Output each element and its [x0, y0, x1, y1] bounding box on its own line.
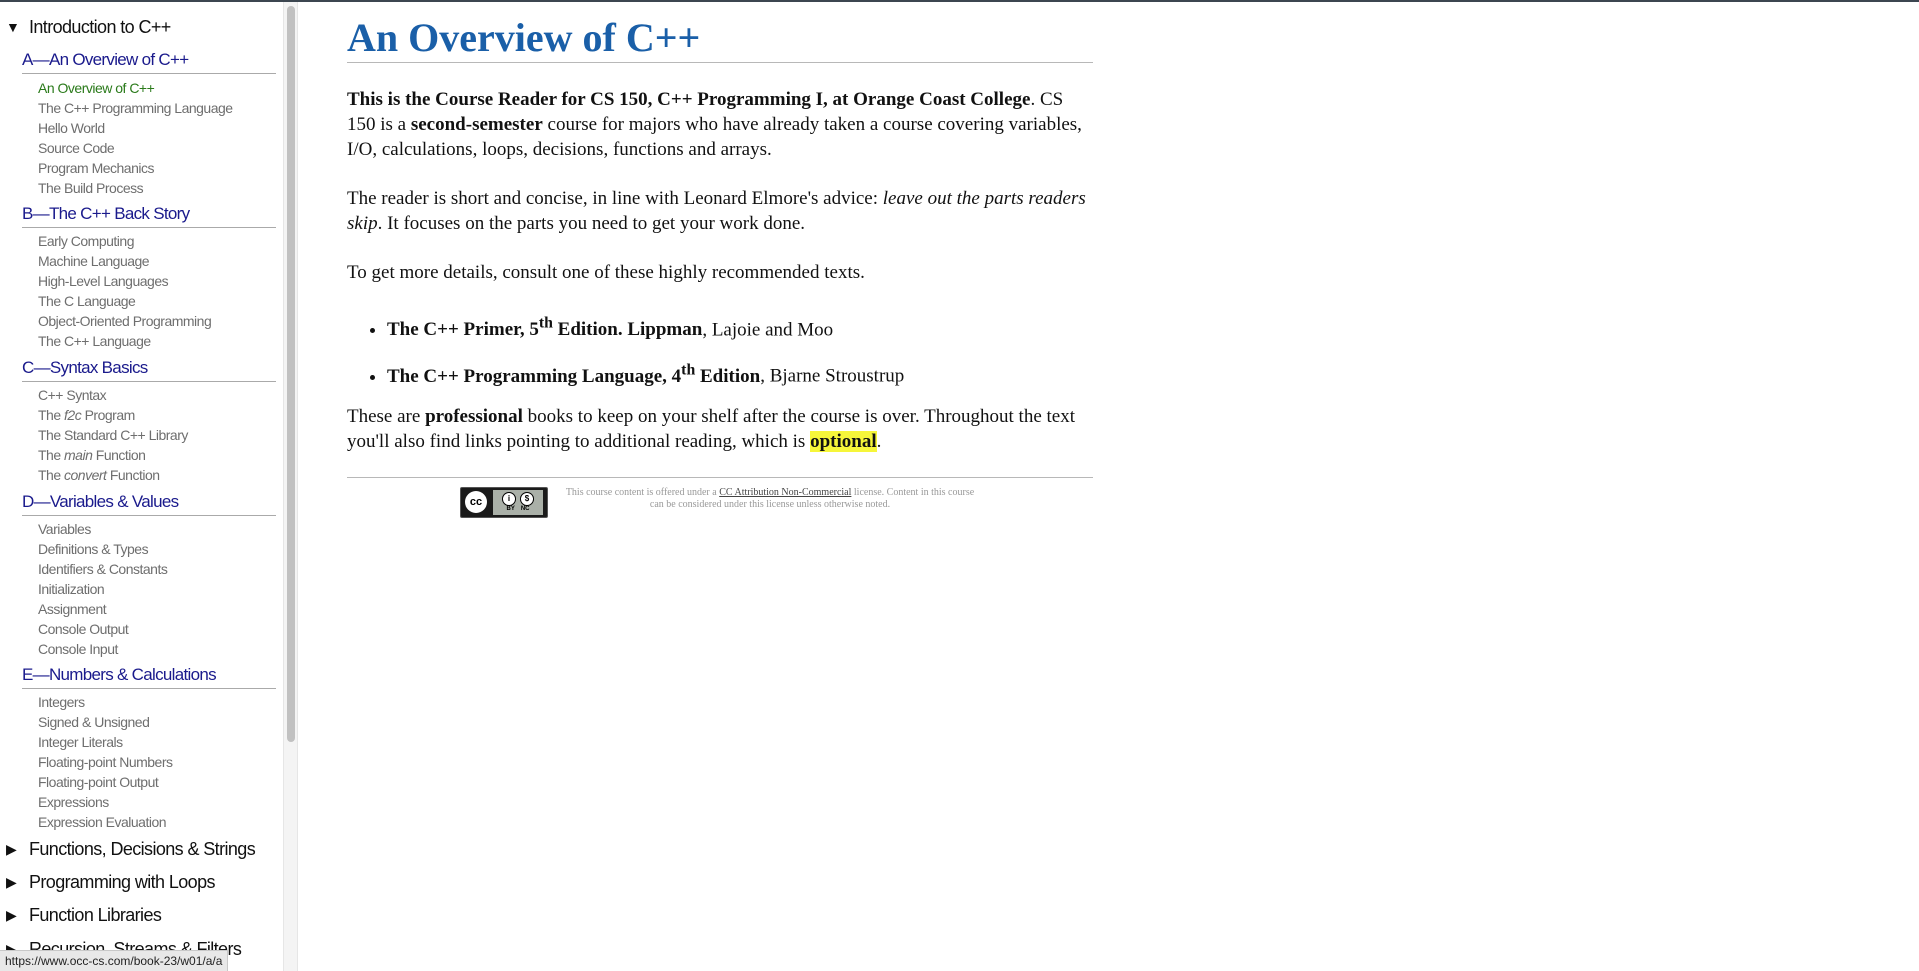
attribution-icon: i	[502, 491, 516, 506]
lesson-content: An Overview of C++ This is the Course Re…	[347, 2, 1093, 518]
toc-lesson-console-input[interactable]: Console Input	[38, 640, 118, 658]
non-commercial-icon: $	[520, 491, 534, 506]
toc-lesson-cpp-syntax[interactable]: C++ Syntax	[38, 386, 107, 404]
recommended-texts-paragraph: To get more details, consult one of thes…	[347, 262, 865, 283]
toc-lesson-variables[interactable]: Variables	[38, 520, 91, 538]
license-link[interactable]: CC Attribution Non-Commercial	[719, 487, 851, 498]
toc-chapter-a[interactable]: A—An Overview of C++	[22, 47, 276, 74]
toc-lesson-f2c-program[interactable]: The f2c Program	[38, 406, 135, 424]
collapsed-triangle-icon: ▶	[6, 873, 17, 890]
toc-lesson-build-process[interactable]: The Build Process	[38, 179, 144, 197]
page-title: An Overview of C++	[347, 16, 1093, 63]
toc-lesson-standard-cpp-library[interactable]: The Standard C++ Library	[38, 426, 188, 444]
toc-lesson-cpp-programming-language[interactable]: The C++ Programming Language	[38, 99, 233, 117]
recommended-books-list: The C++ Primer, 5th Edition. Lippman, La…	[347, 311, 1093, 389]
table-of-contents-sidebar: ▼ Introduction to C++ A—An Overview of C…	[0, 2, 283, 971]
list-item: The C++ Primer, 5th Edition. Lippman, La…	[387, 311, 1093, 342]
by-label: BY	[506, 505, 515, 512]
nc-label: NC	[520, 505, 530, 512]
toc-lesson-object-oriented-programming[interactable]: Object-Oriented Programming	[38, 312, 212, 330]
list-item: The C++ Programming Language, 4th Editio…	[387, 357, 1093, 388]
license-footer: cc i $ BY NC This course content is offe…	[347, 476, 1093, 518]
toc-lesson-program-mechanics[interactable]: Program Mechanics	[38, 159, 155, 177]
collapsed-triangle-icon: ▶	[6, 906, 17, 923]
link-status-bar: https://www.occ-cs.com/book-23/w01/a/a	[0, 950, 229, 971]
optional-highlight: optional	[810, 430, 877, 452]
toc-lesson-integer-literals[interactable]: Integer Literals	[38, 733, 123, 751]
toc-section-programming-with-loops[interactable]: ▶ Programming with Loops	[6, 867, 215, 897]
toc-lesson-an-overview-of-cpp[interactable]: An Overview of C++	[38, 79, 155, 97]
toc-lesson-machine-language[interactable]: Machine Language	[38, 252, 150, 270]
sidebar-scrollbar[interactable]	[283, 2, 298, 971]
toc-lesson-signed-unsigned[interactable]: Signed & Unsigned	[38, 713, 150, 731]
toc-lesson-floating-point-numbers[interactable]: Floating-point Numbers	[38, 753, 173, 771]
toc-lesson-assignment[interactable]: Assignment	[38, 600, 107, 618]
toc-lesson-source-code[interactable]: Source Code	[38, 139, 115, 157]
toc-lesson-definitions-types[interactable]: Definitions & Types	[38, 540, 149, 558]
toc-section-introduction[interactable]: ▼ Introduction to C++	[6, 12, 171, 42]
toc-lesson-identifiers-constants[interactable]: Identifiers & Constants	[38, 560, 168, 578]
toc-section-function-libraries[interactable]: ▶ Function Libraries	[6, 900, 162, 930]
toc-lesson-initialization[interactable]: Initialization	[38, 580, 105, 598]
toc-chapter-c[interactable]: C—Syntax Basics	[22, 355, 276, 382]
toc-lesson-hello-world[interactable]: Hello World	[38, 119, 105, 137]
toc-section-functions-decisions-strings[interactable]: ▶ Functions, Decisions & Strings	[6, 834, 256, 864]
sidebar-scrollbar-thumb[interactable]	[287, 6, 295, 742]
toc-section-label: Programming with Loops	[29, 871, 215, 892]
toc-lesson-expression-evaluation[interactable]: Expression Evaluation	[38, 813, 167, 831]
intro-paragraph: This is the Course Reader for CS 150, C+…	[347, 89, 1082, 160]
toc-lesson-console-output[interactable]: Console Output	[38, 620, 129, 638]
reader-description-paragraph: The reader is short and concise, in line…	[347, 188, 1086, 234]
toc-chapter-e[interactable]: E—Numbers & Calculations	[22, 662, 276, 689]
expanded-triangle-icon: ▼	[6, 19, 20, 35]
toc-section-label: Function Libraries	[29, 904, 162, 925]
toc-lesson-expressions[interactable]: Expressions	[38, 793, 109, 811]
license-text: This course content is offered under a C…	[565, 486, 975, 510]
toc-lesson-early-computing[interactable]: Early Computing	[38, 232, 135, 250]
toc-lesson-integers[interactable]: Integers	[38, 693, 85, 711]
toc-lesson-convert-function[interactable]: The convert Function	[38, 466, 160, 484]
toc-lesson-floating-point-output[interactable]: Floating-point Output	[38, 773, 159, 791]
toc-lesson-cpp-language[interactable]: The C++ Language	[38, 332, 151, 350]
collapsed-triangle-icon: ▶	[6, 840, 17, 857]
professional-books-paragraph: These are professional books to keep on …	[347, 405, 1076, 452]
cc-license-badge[interactable]: cc i $ BY NC	[460, 486, 548, 518]
toc-chapter-b[interactable]: B—The C++ Back Story	[22, 201, 276, 228]
toc-chapter-d[interactable]: D—Variables & Values	[22, 489, 276, 516]
toc-lesson-c-language[interactable]: The C Language	[38, 292, 136, 310]
cc-logo-icon: cc	[465, 491, 487, 514]
toc-section-label: Introduction to C++	[29, 16, 171, 37]
toc-lesson-high-level-languages[interactable]: High-Level Languages	[38, 272, 169, 290]
toc-section-label: Functions, Decisions & Strings	[29, 838, 256, 859]
toc-lesson-main-function[interactable]: The main Function	[38, 446, 146, 464]
